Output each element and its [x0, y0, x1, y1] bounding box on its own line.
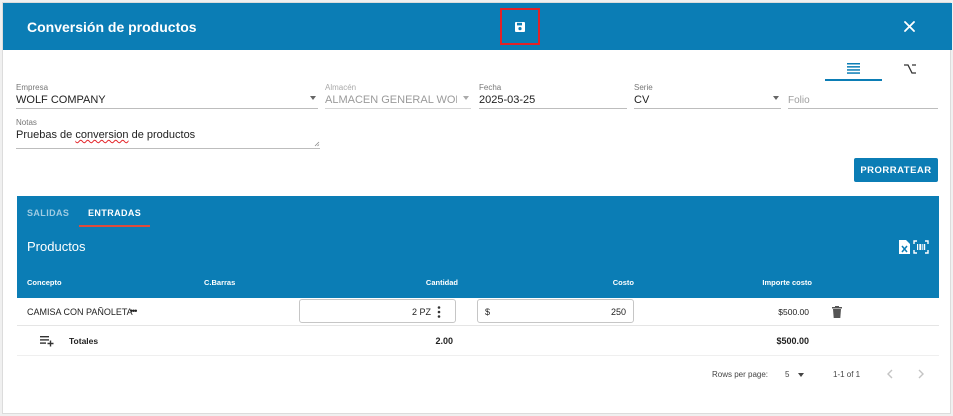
dialog-header: Conversión de productos	[3, 3, 952, 50]
tab-list-view[interactable]	[825, 57, 882, 81]
col-barras: C.Barras	[204, 278, 236, 287]
folio-placeholder: Folio	[788, 95, 810, 106]
empresa-value: WOLF COMPANY	[16, 94, 106, 106]
chevron-down-icon	[773, 96, 779, 100]
totals-label: Totales	[69, 336, 99, 346]
conversion-dialog: Conversión de productos Empresa WOLF COM…	[2, 2, 952, 414]
cost-prefix: $	[485, 307, 491, 317]
save-icon	[515, 21, 525, 32]
resize-handle-icon[interactable]	[314, 141, 320, 147]
col-importe: Importe costo	[762, 278, 812, 287]
more-vert-icon[interactable]	[437, 306, 441, 318]
function-icon	[904, 64, 916, 74]
barcode-scan-icon[interactable]	[913, 240, 929, 254]
rows-per-page-label: Rows per page:	[712, 370, 769, 379]
almacen-select: Almacén ALMACEN GENERAL WOLF C	[325, 83, 471, 109]
row-importe: $500.00	[778, 307, 809, 317]
almacen-value: ALMACEN GENERAL WOLF C	[325, 94, 457, 106]
totals-cantidad: 2.00	[435, 336, 453, 346]
col-costo: Costo	[612, 278, 634, 287]
empresa-label: Empresa	[16, 83, 49, 92]
active-tab-indicator	[79, 225, 150, 227]
cost-input[interactable]: $ 250	[477, 299, 634, 323]
notas-value: Pruebas de conversion de productos	[16, 129, 196, 141]
chevron-down-icon	[310, 96, 316, 100]
close-icon	[903, 20, 915, 32]
empresa-select[interactable]: Empresa WOLF COMPANY	[16, 83, 318, 109]
notas-textarea[interactable]: Notas Pruebas de conversion de productos	[16, 118, 320, 149]
folio-field[interactable]: Folio	[788, 83, 938, 109]
row-divider	[17, 325, 939, 326]
fecha-value: 2025-03-25	[479, 94, 536, 106]
chevron-down-icon	[798, 373, 804, 377]
fecha-field[interactable]: Fecha 2025-03-25	[479, 83, 627, 109]
tab-function-view[interactable]	[885, 57, 935, 81]
more-options-icon[interactable]: •••	[130, 306, 138, 316]
almacen-label: Almacén	[325, 83, 357, 92]
tab-entradas[interactable]: ENTRADAS	[88, 208, 141, 218]
chevron-left-icon[interactable]	[886, 369, 894, 379]
totals-importe: $500.00	[776, 336, 809, 346]
col-cantidad: Cantidad	[425, 278, 458, 287]
rows-per-page-value: 5	[785, 370, 790, 379]
list-view-icon	[847, 62, 860, 74]
row-concepto: CAMISA CON PAÑOLETA	[27, 307, 133, 317]
fecha-label: Fecha	[479, 83, 502, 92]
serie-value: CV	[634, 94, 650, 106]
chevron-right-icon[interactable]	[917, 369, 925, 379]
excel-file-icon[interactable]	[898, 240, 911, 254]
notas-label: Notas	[16, 118, 37, 127]
prorratear-button[interactable]: PRORRATEAR	[854, 158, 938, 182]
panel-actions	[898, 240, 929, 254]
close-button[interactable]	[899, 16, 919, 36]
quantity-input[interactable]: 2 PZ	[299, 299, 456, 323]
quantity-value: 2 PZ	[411, 307, 431, 317]
products-panel: SALIDAS ENTRADAS Productos Concepto C.Ba…	[17, 196, 939, 298]
playlist-add-icon[interactable]	[40, 336, 54, 347]
serie-label: Serie	[634, 83, 653, 92]
totals-divider	[17, 355, 939, 356]
serie-select[interactable]: Serie CV	[634, 83, 781, 109]
cost-value: 250	[610, 307, 626, 317]
delete-icon[interactable]	[832, 306, 842, 318]
chevron-down-icon	[463, 96, 469, 100]
col-concepto: Concepto	[27, 278, 62, 287]
products-title: Productos	[27, 239, 86, 254]
pagination-range: 1-1 of 1	[833, 370, 861, 379]
save-button[interactable]	[500, 8, 540, 45]
dialog-title: Conversión de productos	[27, 19, 197, 35]
rows-per-page-select[interactable]: 5	[785, 367, 809, 381]
tab-salidas[interactable]: SALIDAS	[27, 208, 69, 218]
